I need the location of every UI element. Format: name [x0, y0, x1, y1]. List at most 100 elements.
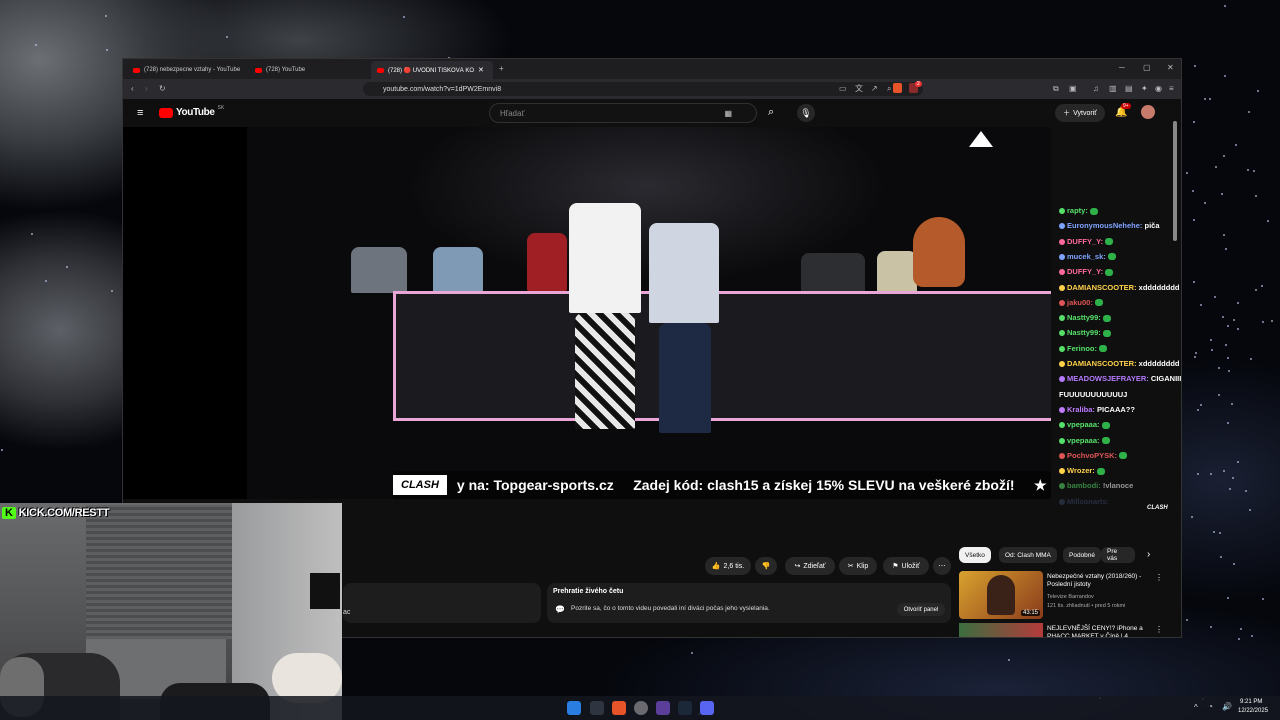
menu-icon[interactable]: ≡ — [1169, 85, 1174, 93]
brave-browser-icon[interactable] — [612, 701, 626, 715]
chat-emote-icon — [1101, 421, 1110, 429]
back-icon[interactable]: ‹ — [131, 85, 134, 93]
close-window-icon[interactable]: ✕ — [1167, 64, 1174, 72]
video-duration: 43:15 — [1020, 610, 1040, 616]
chat-emote-icon — [1101, 437, 1110, 445]
app-icon[interactable] — [656, 701, 670, 715]
chat-message: EuronymousNehehe: piča — [1059, 221, 1160, 230]
zoom-icon[interactable]: ⌕ — [887, 85, 891, 93]
notifications-bell-icon[interactable]: 🔔 — [1115, 108, 1127, 118]
extensions-icon[interactable]: ⧉ — [1053, 85, 1059, 93]
chat-badge-icon — [1059, 253, 1065, 260]
tab-nebezpecne-vztahy[interactable]: (728) nebezpecne vztahy - YouTube — [127, 61, 247, 79]
region-code: SK — [217, 104, 225, 111]
discord-icon[interactable] — [700, 701, 714, 715]
chat-message: DUFFY_Y: — [1059, 236, 1114, 246]
youtube-favicon-icon — [377, 67, 384, 73]
brave-shield-icon[interactable] — [893, 83, 902, 93]
chip-from-clash[interactable]: Od: Clash MMA — [999, 547, 1057, 563]
vpn-icon[interactable]: ◉ — [1155, 85, 1162, 93]
clip-button[interactable]: ✂ Klip — [839, 557, 877, 575]
dislike-button[interactable]: 👎 — [755, 557, 777, 575]
chip-all[interactable]: Všetko — [959, 547, 991, 563]
tab-bar: (728) nebezpecne vztahy - YouTube (728) … — [123, 59, 1181, 79]
chip-related[interactable]: Podobné — [1063, 547, 1102, 563]
tab-youtube-home[interactable]: (728) YouTube — [249, 61, 369, 79]
chat-message: Kraliba: PICAAA?? — [1059, 405, 1135, 414]
reading-list-icon[interactable]: ▤ — [1125, 85, 1133, 93]
chat-text: PICAAA?? — [1094, 404, 1135, 414]
page-scrollbar[interactable] — [1173, 121, 1177, 241]
media-icon[interactable]: ♫ — [1093, 85, 1099, 93]
chat-message: rapty: — [1059, 206, 1098, 215]
puzzle-icon[interactable]: ✦ — [1141, 85, 1148, 93]
tray-expand-icon[interactable]: ^ — [1194, 703, 1198, 712]
network-icon[interactable]: ◔ — [1208, 702, 1213, 711]
reload-icon[interactable]: ↻ — [159, 85, 166, 93]
more-actions-button[interactable]: ⋯ — [933, 557, 951, 575]
video-player[interactable]: CLASH y na: Topgear-sports.cz Zadej kód:… — [123, 127, 1051, 499]
chat-text: FUUUUUUUUUUUJ — [1059, 389, 1128, 399]
cast-icon[interactable]: ▭ — [839, 85, 847, 93]
panelist — [433, 247, 483, 293]
open-panel-label: Otvoriť panel — [903, 606, 939, 613]
share-page-icon[interactable]: ↗ — [871, 85, 878, 93]
ticker-logo: CLASH — [393, 475, 447, 495]
chat-replay-title: Prehratie živého četu — [553, 588, 624, 595]
recommendation-item[interactable]: NEJLEVNĚJŠÍ CENY!? iPhone a PHACC MARKET… — [959, 623, 1179, 638]
youtube-logo[interactable]: YouTube SK — [159, 104, 225, 118]
star — [1200, 303, 1203, 306]
maximize-icon[interactable]: ▢ — [1143, 64, 1151, 72]
open-panel-button[interactable]: Otvoriť panel — [897, 603, 945, 616]
chat-emote-icon — [1096, 467, 1105, 475]
tab-close-icon[interactable]: ✕ — [478, 66, 484, 74]
fighter-camo-pants — [575, 313, 635, 429]
chat-username: jaku00: — [1067, 297, 1093, 307]
star — [1247, 110, 1250, 113]
youtube-header: ≡ YouTube SK Hľadať ▦ ⌕ 🎙 ＋ Vytvoriť 🔔 9… — [123, 99, 1181, 127]
steam-icon[interactable] — [678, 701, 692, 715]
share-button[interactable]: ↪ Zdieľať — [785, 557, 835, 575]
start-windows-icon[interactable] — [567, 701, 581, 715]
minimize-icon[interactable]: ─ — [1119, 64, 1125, 72]
search-input[interactable]: Hľadať ▦ — [489, 103, 757, 123]
obs-icon[interactable] — [634, 701, 648, 715]
chip-for-you[interactable]: Pre vás — [1101, 547, 1135, 563]
chat-badge-icon — [1059, 361, 1065, 368]
chat-username: Nastty99: — [1067, 328, 1101, 338]
clock-time[interactable]: 9:21 PM — [1240, 699, 1262, 705]
translate-icon[interactable]: 文 — [855, 85, 863, 93]
star — [1212, 530, 1215, 533]
chat-text: CIGANIIIIII — [1150, 374, 1182, 384]
chips-next-icon[interactable]: › — [1147, 549, 1150, 560]
chat-username: DUFFY_Y: — [1067, 236, 1104, 246]
volume-icon[interactable]: 🔊 — [1222, 702, 1232, 711]
create-button[interactable]: ＋ Vytvoriť — [1055, 104, 1105, 122]
microphone-icon[interactable]: 🎙 — [797, 104, 815, 122]
recommendation-menu-icon[interactable]: ⋮ — [1155, 573, 1163, 582]
like-button[interactable]: 👍 2,6 tis. — [705, 557, 751, 575]
clock-date[interactable]: 12/22/2025 — [1238, 708, 1268, 714]
wallet-icon[interactable]: ▣ — [1069, 85, 1077, 93]
forward-icon[interactable]: › — [145, 85, 148, 93]
search-icon[interactable]: ⌕ — [768, 107, 774, 118]
chat-emote-icon — [1099, 345, 1107, 353]
recommendation-item[interactable]: 43:15 Nebezpečné vztahy (2018/260) - Pos… — [959, 571, 1179, 621]
chat-replay-panel: Prehratie živého četu 💬 Pozrite sa, čo o… — [547, 583, 951, 623]
chat-message: bambodi: !vlanoce — [1059, 481, 1133, 490]
recommendation-menu-icon[interactable]: ⋮ — [1155, 625, 1163, 634]
hamburger-menu-icon[interactable]: ≡ — [137, 108, 143, 119]
keyboard-icon[interactable]: ▦ — [724, 109, 732, 118]
sidebar-toggle-icon[interactable]: ▥ — [1109, 85, 1117, 93]
recommendation-title: NEJLEVNĚJŠÍ CENY!? iPhone a PHACC MARKET… — [1047, 625, 1143, 638]
clash-logo-icon — [969, 131, 993, 147]
address-bar-row: ‹ › ↻ ⚐ youtube.com/watch?v=1dPW2Emnvi8 … — [123, 79, 1181, 99]
star — [30, 233, 33, 236]
webcam-overlay — [0, 503, 342, 720]
save-button[interactable]: ⚑ Uložiť — [883, 557, 929, 575]
task-view-icon[interactable] — [590, 701, 604, 715]
account-avatar[interactable] — [1141, 105, 1155, 119]
tab-active-tiskova-konference[interactable]: (728) 🔴 ÚVODNÍ TISKOVÁ KON... ✕ — [371, 61, 493, 79]
star — [1209, 626, 1212, 629]
new-tab-button[interactable]: + — [499, 65, 504, 73]
